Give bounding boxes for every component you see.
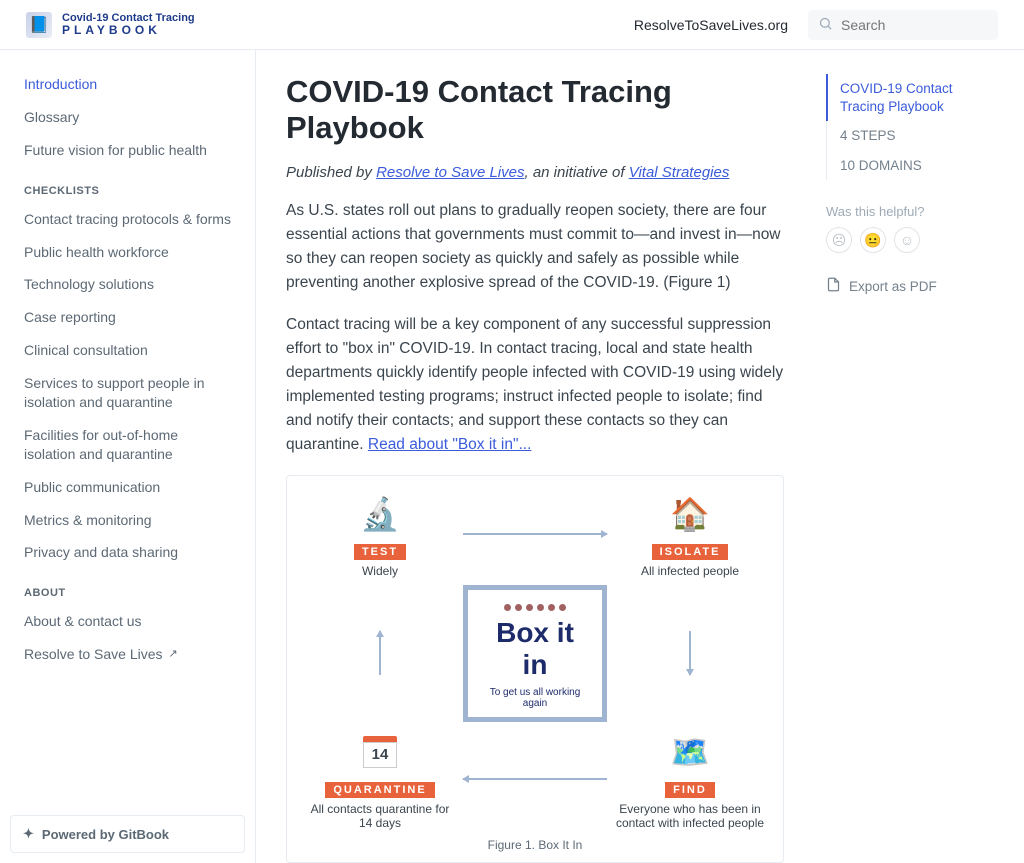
sidebar-item-workforce[interactable]: Public health workforce [16, 236, 239, 269]
feedback-sad[interactable]: ☹ [826, 227, 852, 253]
sidebar-item-technology[interactable]: Technology solutions [16, 268, 239, 301]
node-isolate: 🏠 ISOLATE All infected people [641, 490, 739, 578]
node-quarantine: 14 QUARANTINE All contacts quarantine fo… [305, 728, 455, 831]
virus-icon [500, 604, 570, 611]
right-rail: COVID-19 Contact Tracing Playbook 4 STEP… [814, 50, 1024, 863]
export-pdf[interactable]: Export as PDF [826, 277, 1006, 295]
sidebar-item-privacy[interactable]: Privacy and data sharing [16, 536, 239, 569]
toc: COVID-19 Contact Tracing Playbook 4 STEP… [826, 74, 1006, 180]
calendar-icon: 14 [356, 728, 404, 776]
search-icon [818, 16, 833, 34]
toc-item-domains[interactable]: 10 DOMAINS [826, 151, 1006, 181]
sidebar-item-protocols[interactable]: Contact tracing protocols & forms [16, 203, 239, 236]
house-icon: 🏠 [666, 490, 714, 538]
doctor-icon: 🔬 [356, 490, 404, 538]
sidebar-item-facilities[interactable]: Facilities for out-of-home isolation and… [16, 419, 239, 471]
org-link[interactable]: ResolveToSaveLives.org [634, 17, 788, 33]
sidebar-item-clinical[interactable]: Clinical consultation [16, 334, 239, 367]
publisher-link[interactable]: Resolve to Save Lives [376, 164, 524, 181]
sidebar-item-glossary[interactable]: Glossary [16, 101, 239, 134]
feedback-happy[interactable]: ☺ [894, 227, 920, 253]
arrow-down-icon [689, 631, 691, 675]
published-by: Published by Resolve to Save Lives, an i… [286, 164, 784, 181]
gitbook-icon: ✦ [23, 826, 34, 842]
main-content: COVID-19 Contact Tracing Playbook Publis… [256, 50, 814, 863]
arrow-up-icon [379, 631, 381, 675]
arrow-left-icon [463, 778, 607, 780]
intro-paragraph-2: Contact tracing will be a key component … [286, 313, 784, 457]
sidebar-item-metrics[interactable]: Metrics & monitoring [16, 504, 239, 537]
sidebar-item-future-vision[interactable]: Future vision for public health [16, 134, 239, 167]
external-link-icon: ↗ [169, 647, 178, 662]
pdf-icon [826, 277, 841, 295]
sidebar-item-communication[interactable]: Public communication [16, 471, 239, 504]
sidebar-section-about: ABOUT [16, 569, 239, 605]
toc-item-playbook[interactable]: COVID-19 Contact Tracing Playbook [826, 74, 1006, 121]
helpful-prompt: Was this helpful? [826, 204, 1006, 219]
figure-box-it-in: 🔬 TEST Widely 🏠 ISOLATE All infected peo… [286, 475, 784, 863]
box-it-in-link[interactable]: Read about "Box it in"... [368, 436, 532, 453]
feedback-neutral[interactable]: 😐 [860, 227, 886, 253]
intro-paragraph-1: As U.S. states roll out plans to gradual… [286, 199, 784, 295]
initiative-link[interactable]: Vital Strategies [629, 164, 730, 181]
page-title: COVID-19 Contact Tracing Playbook [286, 74, 784, 146]
sidebar-section-checklists: CHECKLISTS [16, 167, 239, 203]
figure-caption: Figure 1. Box It In [305, 838, 765, 852]
center-box: Box it in To get us all working again [463, 585, 607, 722]
book-icon: 📘 [26, 12, 52, 38]
search-box[interactable]: ⌘+K [808, 10, 998, 40]
sidebar-item-about-contact[interactable]: About & contact us [16, 605, 239, 638]
logo[interactable]: 📘 Covid-19 Contact Tracing PLAYBOOK [26, 12, 195, 38]
sidebar-item-introduction[interactable]: Introduction [16, 68, 239, 101]
sidebar-item-isolation-services[interactable]: Services to support people in isolation … [16, 367, 239, 419]
node-test: 🔬 TEST Widely [354, 490, 406, 578]
sidebar: Introduction Glossary Future vision for … [0, 50, 256, 863]
sidebar-item-resolve[interactable]: Resolve to Save Lives ↗ [16, 638, 239, 671]
arrow-right-icon [463, 533, 607, 535]
node-find: 🗺️ FIND Everyone who has been in contact… [615, 728, 765, 831]
search-input[interactable] [841, 17, 1022, 33]
logo-subtitle: PLAYBOOK [62, 24, 195, 37]
toc-item-steps[interactable]: 4 STEPS [826, 121, 1006, 151]
map-icon: 🗺️ [666, 728, 714, 776]
sidebar-item-case-reporting[interactable]: Case reporting [16, 301, 239, 334]
powered-by-gitbook[interactable]: ✦ Powered by GitBook [10, 815, 245, 853]
header: 📘 Covid-19 Contact Tracing PLAYBOOK Reso… [0, 0, 1024, 50]
